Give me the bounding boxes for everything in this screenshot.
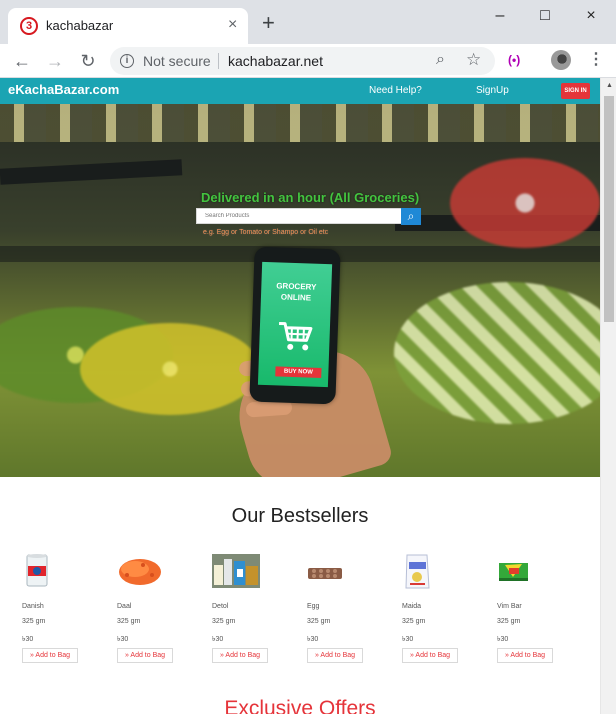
page-url[interactable]: kachabazar.net [228,53,323,69]
product-card: Maida 325 gm ৳30 » Add to Bag [402,553,497,673]
yellow-produce-pile [80,323,260,415]
lentils-icon [119,559,161,585]
info-icon[interactable]: i [120,54,134,68]
product-card: Vim Bar 325 gm ৳30 » Add to Bag [497,553,592,673]
product-name: Vim Bar [497,603,522,610]
product-price: ৳30 [307,636,319,643]
site-favicon-icon: 3 [20,17,38,35]
zoom-icon[interactable]: ⌕ [436,51,445,69]
search-hint: e.g. Egg or Tomato or Shampo or Oil etc [203,229,329,236]
bookmark-star-icon[interactable]: ☆ [466,50,481,70]
product-quantity: 325 gm [307,618,331,625]
product-name: Daal [117,603,132,610]
product-quantity: 325 gm [22,618,46,625]
browser-toolbar: ← → ↻ i Not secure kachabazar.net ⌕ ☆ (•… [0,44,616,78]
address-separator [218,53,219,69]
milk-can-icon [26,554,48,587]
page-scrollbar[interactable]: ▲ [600,78,616,714]
egg-tray-icon [308,568,342,579]
product-price: ৳30 [497,636,509,643]
address-bar[interactable]: i Not secure kachabazar.net ⌕ ☆ [110,47,495,75]
signin-button[interactable]: SIGN IN [561,83,590,99]
search-icon[interactable]: ⌕ [401,208,421,225]
cast-icon[interactable]: (•) [508,53,520,67]
phone-title: GROCERY ONLINE [276,281,317,303]
add-to-bag-button[interactable]: » Add to Bag [497,648,553,663]
product-price: ৳30 [402,636,414,643]
product-price: ৳30 [117,636,129,643]
search-box [196,208,402,224]
bestsellers-heading: Our Bestsellers [231,505,369,527]
product-name: Maida [402,603,422,610]
scroll-thumb[interactable] [604,96,614,322]
phone-screen: GROCERY ONLINE BUY NOW [257,261,333,388]
phone-image: GROCERY ONLINE BUY NOW [249,246,341,405]
fruit-display [450,158,600,248]
browser-tabbar: 3 kachabazar × + – □ × [0,0,616,44]
add-to-bag-button[interactable]: » Add to Bag [117,648,173,663]
product-card: Daal 325 gm ৳30 » Add to Bag [117,553,212,673]
product-card: Detol 325 gm ৳30 » Add to Bag [212,553,307,673]
shopping-cart-icon [279,321,313,351]
web-page: eKachaBazar.com Need Help? SignUp SIGN I… [0,78,600,714]
store-lights [0,104,600,142]
site-logo[interactable]: eKachaBazar.com [8,82,119,97]
tab-title: kachabazar [46,18,114,33]
vegetable-display [394,282,600,424]
left-shelf [0,159,183,185]
add-to-bag-button[interactable]: » Add to Bag [307,648,363,663]
forward-arrow-icon[interactable]: → [43,49,67,73]
vim-bar-icon [499,563,528,581]
browser-tab[interactable]: 3 kachabazar × [8,8,248,44]
reload-icon[interactable]: ↻ [76,49,100,73]
product-card: Egg 325 gm ৳30 » Add to Bag [307,553,402,673]
minimize-icon[interactable]: – [485,6,515,26]
maximize-icon[interactable]: □ [530,6,560,26]
tab-close-icon[interactable]: × [228,16,237,34]
window-close-icon[interactable]: × [576,6,606,26]
product-quantity: 325 gm [117,618,141,625]
product-name: Egg [307,603,320,610]
scroll-up-arrow-icon[interactable]: ▲ [606,82,613,89]
product-quantity: 325 gm [497,618,521,625]
search-input[interactable] [197,209,401,223]
detol-products-icon [212,554,260,588]
product-name: Detol [212,603,229,610]
browser-menu-icon[interactable]: ⋮ [588,49,604,69]
need-help-link[interactable]: Need Help? [369,85,422,96]
site-header: eKachaBazar.com Need Help? SignUp SIGN I… [0,78,600,104]
add-to-bag-button[interactable]: » Add to Bag [402,648,458,663]
hero-banner: Delivered in an hour (All Groceries) ⌕ e… [0,104,600,477]
profile-avatar[interactable] [551,50,571,70]
product-card: Danish 325 gm ৳30 » Add to Bag [22,553,117,673]
hero-title: Delivered in an hour (All Groceries) [201,190,420,205]
product-name: Danish [22,603,44,610]
new-tab-icon[interactable]: + [262,12,275,34]
signup-link[interactable]: SignUp [476,85,509,96]
product-quantity: 325 gm [402,618,426,625]
product-price: ৳30 [22,636,34,643]
add-to-bag-button[interactable]: » Add to Bag [22,648,78,663]
add-to-bag-button[interactable]: » Add to Bag [212,648,268,663]
phone-buy-now: BUY NOW [275,366,322,378]
back-arrow-icon[interactable]: ← [10,49,34,73]
product-price: ৳30 [212,636,224,643]
product-quantity: 325 gm [212,618,236,625]
exclusive-offers-heading: Exclusive Offers [224,697,376,714]
security-status: Not secure [143,53,211,69]
flour-packet-icon [405,554,430,589]
